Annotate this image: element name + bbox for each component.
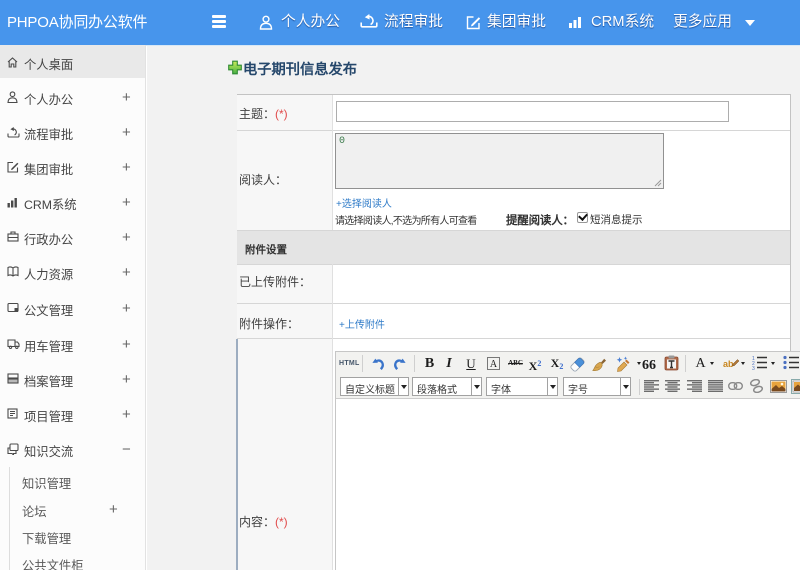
svg-text:3: 3 — [752, 366, 755, 370]
svg-text:ab: ab — [723, 359, 734, 369]
